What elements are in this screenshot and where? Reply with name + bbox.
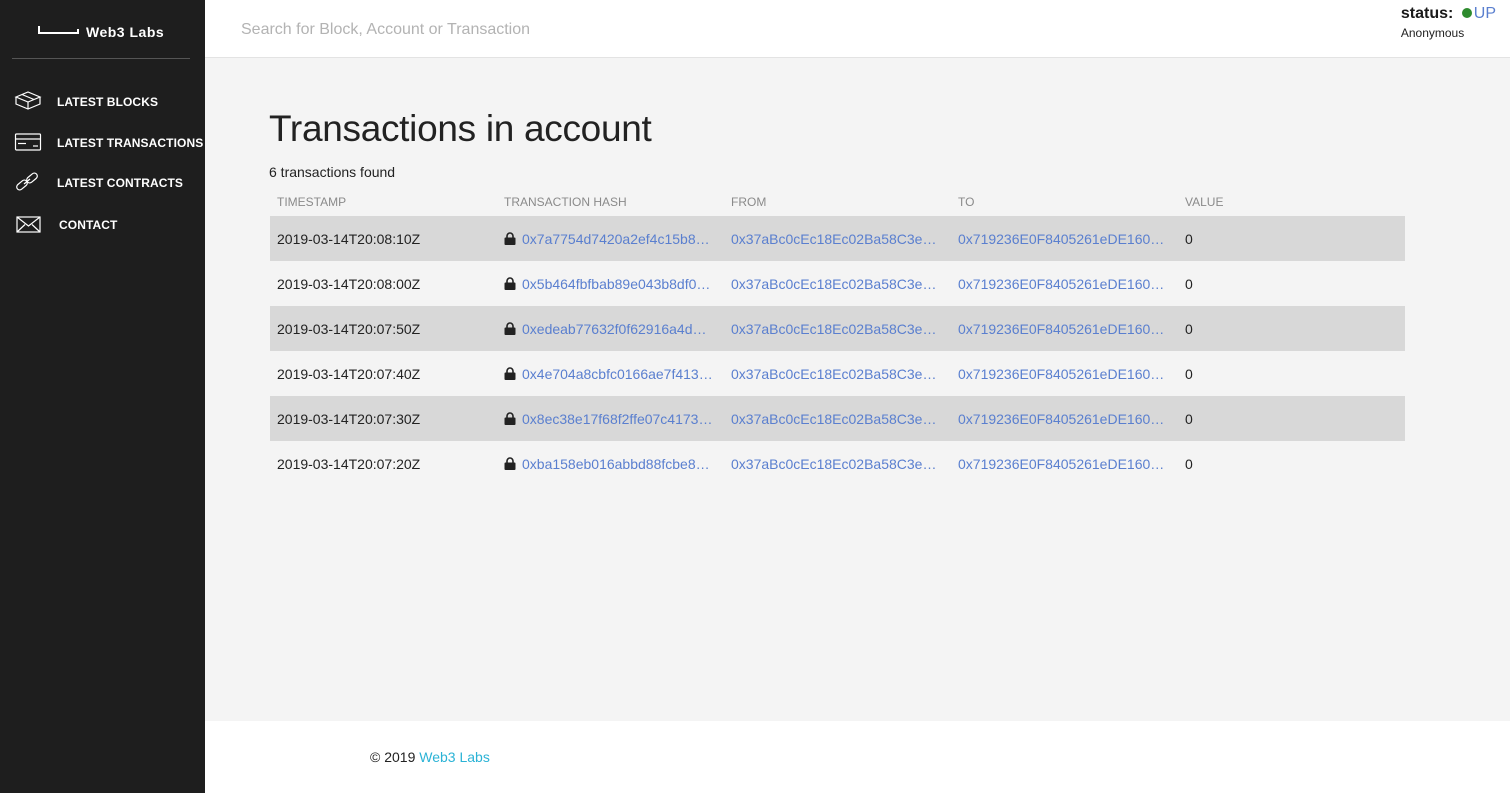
column-header-to: TO: [958, 195, 975, 209]
sidebar-item-latest-blocks[interactable]: LATEST BLOCKS: [0, 84, 205, 118]
from-address-link[interactable]: 0x37aBc0cEc18Ec02Ba58C3e…: [731, 456, 941, 472]
row-hash: 0xba158eb016abbd88fcbe8…: [504, 456, 716, 472]
from-address-link[interactable]: 0x37aBc0cEc18Ec02Ba58C3e…: [731, 366, 941, 382]
status-dot-icon: [1461, 8, 1472, 18]
lock-icon: [504, 412, 516, 425]
lock-icon: [504, 277, 516, 290]
page-title: Transactions in account: [269, 108, 652, 149]
card-icon: [14, 133, 42, 151]
status-value: UP: [1473, 5, 1496, 22]
brand-name: Web3 Labs: [86, 24, 165, 40]
transaction-hash-link[interactable]: 0xba158eb016abbd88fcbe8…: [522, 456, 710, 472]
from-address-link[interactable]: 0x37aBc0cEc18Ec02Ba58C3e…: [731, 411, 941, 427]
footer-copyright: © 2019 Web3 Labs: [370, 749, 490, 765]
row-value: 0: [1185, 276, 1193, 292]
row-value: 0: [1185, 411, 1193, 427]
table-row: 2019-03-14T20:07:30Z 0x8ec38e17f68f2ffe0…: [270, 396, 1405, 441]
column-header-from: FROM: [731, 195, 767, 209]
footer: © 2019 Web3 Labs: [205, 721, 1510, 793]
table-row: 2019-03-14T20:07:50Z 0xedeab77632f0f6291…: [270, 306, 1405, 351]
sidebar-item-label: CONTACT: [59, 218, 118, 232]
row-timestamp: 2019-03-14T20:07:50Z: [277, 321, 421, 337]
transaction-count: 6 transactions found: [269, 164, 396, 180]
top-header: status: UP Anonymous: [205, 0, 1510, 58]
row-hash: 0x4e704a8cbfc0166ae7f413…: [504, 366, 716, 382]
link-icon: [16, 172, 38, 191]
sidebar: Web3 Labs LATEST BLOCKS LATEST TRANSACTI…: [0, 0, 205, 793]
row-hash: 0x5b464fbfbab89e043b8df0…: [504, 276, 716, 292]
row-timestamp: 2019-03-14T20:08:00Z: [277, 276, 421, 292]
transaction-hash-link[interactable]: 0xedeab77632f0f62916a4d…: [522, 321, 707, 337]
sidebar-divider: [12, 58, 190, 59]
search-input[interactable]: [241, 18, 941, 42]
table-row: 2019-03-14T20:08:10Z 0x7a7754d7420a2ef4c…: [270, 216, 1405, 261]
sidebar-item-label: LATEST TRANSACTIONS: [57, 136, 204, 150]
status-label: status:: [1400, 5, 1454, 22]
brand[interactable]: Web3 Labs: [0, 0, 205, 58]
row-hash: 0x8ec38e17f68f2ffe07c4173…: [504, 411, 716, 427]
bracket-line-logo-icon: [38, 26, 79, 34]
table-row: 2019-03-14T20:07:40Z 0x4e704a8cbfc0166ae…: [270, 351, 1405, 396]
row-timestamp: 2019-03-14T20:07:40Z: [277, 366, 421, 382]
to-address-link[interactable]: 0x719236E0F8405261eDE160…: [958, 321, 1168, 337]
copyright-text: © 2019: [370, 749, 420, 765]
column-header-value: VALUE: [1185, 195, 1224, 209]
column-header-timestamp: TIMESTAMP: [277, 195, 347, 209]
to-address-link[interactable]: 0x719236E0F8405261eDE160…: [958, 276, 1168, 292]
sidebar-item-label: LATEST BLOCKS: [57, 95, 159, 109]
to-address-link[interactable]: 0x719236E0F8405261eDE160…: [958, 231, 1168, 247]
lock-icon: [504, 457, 516, 470]
status-panel: status: UP Anonymous: [1401, 5, 1496, 40]
sidebar-item-label: LATEST CONTRACTS: [57, 176, 184, 190]
sidebar-item-latest-transactions[interactable]: LATEST TRANSACTIONS: [0, 125, 205, 159]
transaction-hash-link[interactable]: 0x4e704a8cbfc0166ae7f413…: [522, 366, 713, 382]
to-address-link[interactable]: 0x719236E0F8405261eDE160…: [958, 456, 1168, 472]
row-hash: 0xedeab77632f0f62916a4d…: [504, 321, 716, 337]
to-address-link[interactable]: 0x719236E0F8405261eDE160…: [958, 411, 1168, 427]
to-address-link[interactable]: 0x719236E0F8405261eDE160…: [958, 366, 1168, 382]
lock-icon: [504, 367, 516, 380]
table-row: 2019-03-14T20:07:20Z 0xba158eb016abbd88f…: [270, 441, 1405, 486]
lock-icon: [504, 322, 516, 335]
lock-icon: [504, 232, 516, 245]
table-header: TIMESTAMP TRANSACTION HASH FROM TO VALUE: [270, 192, 1405, 216]
from-address-link[interactable]: 0x37aBc0cEc18Ec02Ba58C3e…: [731, 276, 941, 292]
blocks-icon: [14, 91, 42, 110]
row-timestamp: 2019-03-14T20:07:20Z: [277, 456, 421, 472]
row-hash: 0x7a7754d7420a2ef4c15b8…: [504, 231, 716, 247]
status-line: status: UP: [1401, 5, 1496, 23]
row-timestamp: 2019-03-14T20:08:10Z: [277, 231, 421, 247]
transaction-hash-link[interactable]: 0x8ec38e17f68f2ffe07c4173…: [522, 411, 712, 427]
from-address-link[interactable]: 0x37aBc0cEc18Ec02Ba58C3e…: [731, 321, 941, 337]
row-value: 0: [1185, 231, 1193, 247]
sidebar-item-contact[interactable]: CONTACT: [0, 207, 205, 241]
transaction-hash-link[interactable]: 0x5b464fbfbab89e043b8df0…: [522, 276, 710, 292]
row-timestamp: 2019-03-14T20:07:30Z: [277, 411, 421, 427]
sidebar-item-latest-contracts[interactable]: LATEST CONTRACTS: [0, 165, 205, 199]
transactions-table: TIMESTAMP TRANSACTION HASH FROM TO VALUE…: [270, 192, 1405, 486]
current-user: Anonymous: [1400, 26, 1465, 40]
row-value: 0: [1185, 456, 1193, 472]
column-header-hash: TRANSACTION HASH: [504, 195, 627, 209]
from-address-link[interactable]: 0x37aBc0cEc18Ec02Ba58C3e…: [731, 231, 941, 247]
table-row: 2019-03-14T20:08:00Z 0x5b464fbfbab89e043…: [270, 261, 1405, 306]
row-value: 0: [1185, 366, 1193, 382]
envelope-icon: [16, 216, 41, 233]
footer-web3labs-link[interactable]: Web3 Labs: [419, 749, 490, 765]
transaction-hash-link[interactable]: 0x7a7754d7420a2ef4c15b8…: [522, 231, 710, 247]
row-value: 0: [1185, 321, 1193, 337]
